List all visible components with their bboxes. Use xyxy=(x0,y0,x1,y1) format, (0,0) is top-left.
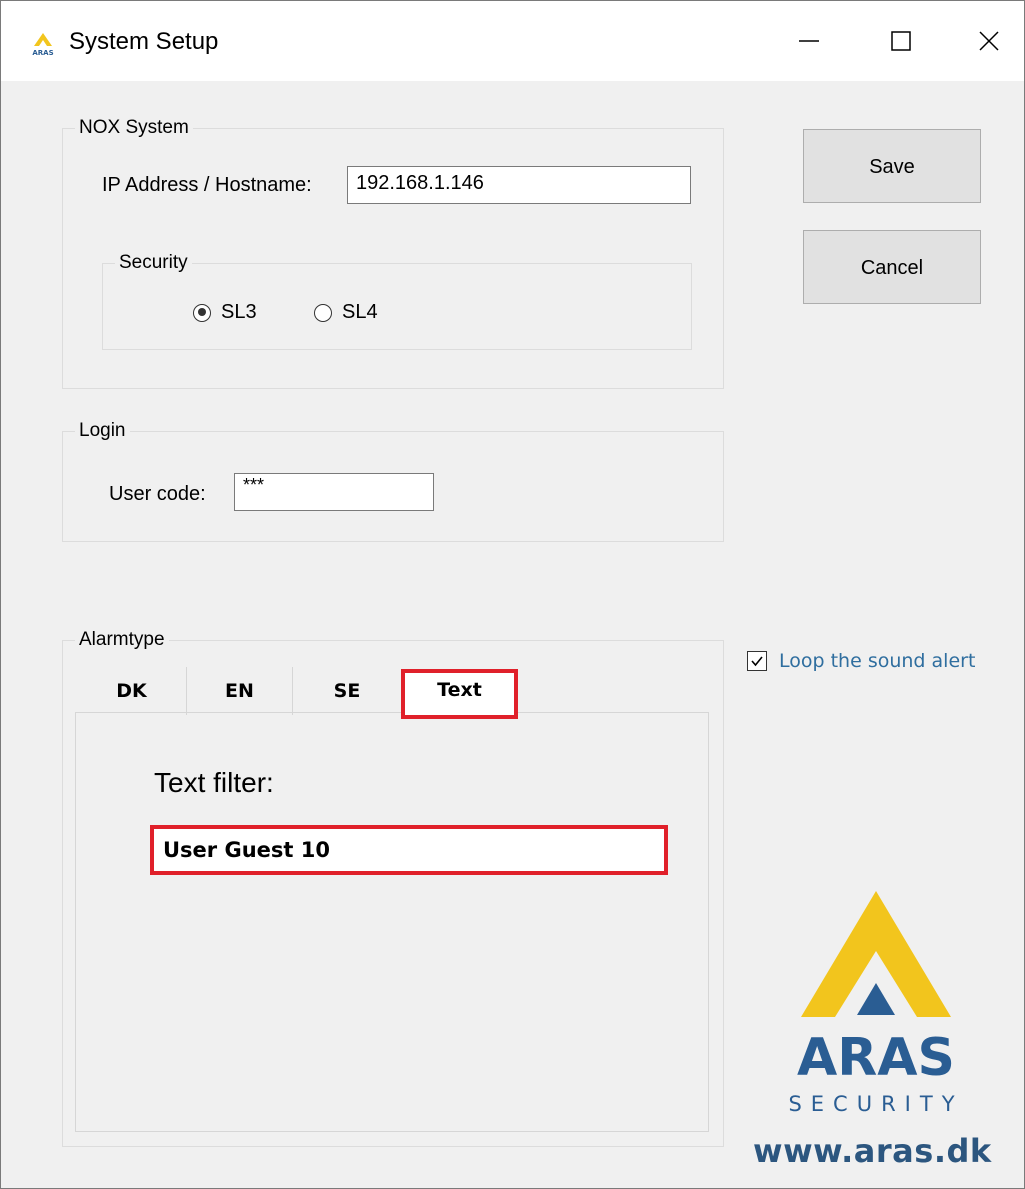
app-icon-text: ARAS xyxy=(32,49,53,57)
aras-security-logo: ARAS SECURITY xyxy=(788,891,963,1116)
radio-sl4-label: SL4 xyxy=(342,301,378,323)
logo-wordmark: ARAS xyxy=(797,1028,955,1088)
text-filter-input[interactable]: User Guest 10 xyxy=(150,825,668,875)
text-filter-label: Text filter: xyxy=(154,767,274,798)
ip-address-label: IP Address / Hostname: xyxy=(102,174,312,196)
save-button[interactable]: Save xyxy=(803,129,981,203)
tab-text[interactable]: Text xyxy=(401,669,518,719)
security-legend: Security xyxy=(119,252,188,273)
ip-address-input[interactable]: 192.168.1.146 xyxy=(347,166,691,204)
tab-en[interactable]: EN xyxy=(187,667,293,715)
logo-subtitle: SECURITY xyxy=(788,1092,963,1116)
loop-sound-checkbox-box[interactable] xyxy=(747,651,767,671)
aras-logo-icon: ARAS xyxy=(32,33,54,57)
close-button[interactable] xyxy=(943,1,1024,81)
radio-sl3-indicator[interactable] xyxy=(193,303,211,322)
radio-sl4[interactable]: SL4 xyxy=(314,301,378,324)
radio-sl4-indicator[interactable] xyxy=(314,303,332,322)
checkmark-icon xyxy=(751,656,763,667)
title-bar: ARAS System Setup xyxy=(1,1,1024,81)
minimize-button[interactable] xyxy=(763,1,855,81)
window-title: System Setup xyxy=(69,28,219,55)
security-group: Security xyxy=(102,252,692,350)
login-legend: Login xyxy=(79,420,126,441)
tab-panel-text: Text filter: User Guest 10 xyxy=(75,712,709,1132)
loop-sound-label: Loop the sound alert xyxy=(779,650,976,672)
user-code-input[interactable]: *** xyxy=(234,473,434,511)
radio-sl3[interactable]: SL3 xyxy=(193,301,257,324)
close-icon xyxy=(979,31,999,51)
tab-dk[interactable]: DK xyxy=(77,667,187,715)
nox-system-legend: NOX System xyxy=(79,117,189,138)
alarmtype-legend: Alarmtype xyxy=(79,629,165,650)
loop-sound-checkbox[interactable]: Loop the sound alert xyxy=(747,650,975,672)
maximize-button[interactable] xyxy=(855,1,947,81)
system-setup-window: ARAS System Setup NOX System IP Address … xyxy=(0,0,1025,1189)
maximize-icon xyxy=(891,31,911,51)
radio-sl3-label: SL3 xyxy=(221,301,257,323)
cancel-button[interactable]: Cancel xyxy=(803,230,981,304)
tab-se[interactable]: SE xyxy=(293,667,401,715)
user-code-label: User code: xyxy=(109,483,206,505)
website-url: www.aras.dk xyxy=(753,1132,992,1170)
minimize-icon xyxy=(799,40,819,42)
